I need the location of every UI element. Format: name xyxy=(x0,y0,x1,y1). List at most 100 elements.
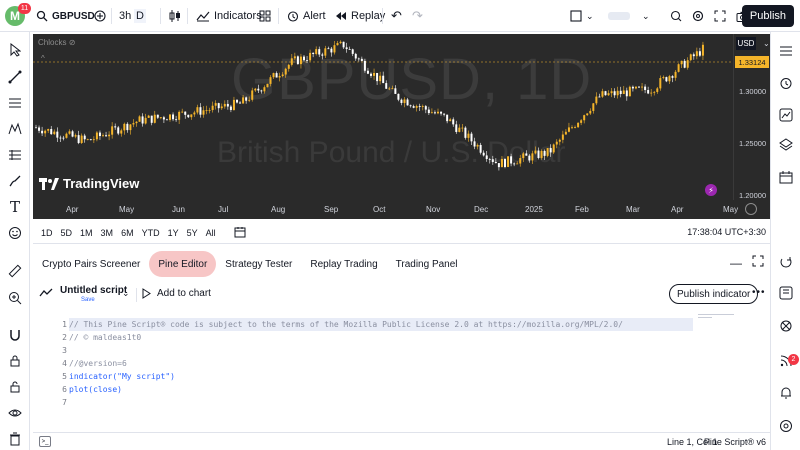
time-axis[interactable]: Apr May Jun Jul Aug Sep Oct Nov Dec 2025 Feb Mar Apr… xyxy=(33,200,770,219)
pine-editor-icon[interactable] xyxy=(777,254,795,272)
candle-body xyxy=(324,48,327,56)
range-3m[interactable]: 3M xyxy=(101,228,114,238)
interval-dropdown[interactable]: D xyxy=(134,0,146,32)
candle-body xyxy=(108,134,111,137)
eye-icon[interactable] xyxy=(6,404,24,422)
candle-body xyxy=(53,131,56,135)
axis-settings-icon[interactable] xyxy=(745,203,757,215)
lock-icon[interactable] xyxy=(6,378,24,396)
time-tick: Nov xyxy=(426,205,441,214)
alarm-icon[interactable] xyxy=(777,74,795,92)
fullscreen-button[interactable] xyxy=(714,0,726,32)
settings-button[interactable] xyxy=(692,0,704,32)
candle-body xyxy=(284,68,287,75)
chevron-down-icon[interactable]: ⌄ xyxy=(763,39,770,48)
time-tick: 2025 xyxy=(525,205,543,214)
pitchfork-icon[interactable] xyxy=(6,120,24,138)
candle-body xyxy=(290,58,293,65)
candle-body xyxy=(561,134,564,140)
publish-button[interactable]: Publish xyxy=(741,5,794,27)
emoji-icon[interactable] xyxy=(6,224,24,242)
save-link[interactable]: Save xyxy=(81,297,95,303)
chart-type-button[interactable] xyxy=(169,0,181,32)
tab-crypto-pairs-screener[interactable]: Crypto Pairs Screener xyxy=(33,251,149,277)
calendar-icon[interactable] xyxy=(777,168,795,186)
redo-button[interactable]: ↷ xyxy=(412,0,423,32)
lock-drawing-icon[interactable] xyxy=(6,352,24,370)
replay-button[interactable]: Replay xyxy=(335,0,385,32)
watchlist-icon[interactable] xyxy=(777,42,795,60)
range-1m[interactable]: 1M xyxy=(80,228,93,238)
chart-pane[interactable]: GBPUSD, 1D British Pound / U.S. Dollar C… xyxy=(33,34,733,219)
trend-line-icon[interactable] xyxy=(6,68,24,86)
candle-body xyxy=(269,77,272,84)
horizontal-lines-icon[interactable] xyxy=(6,94,24,112)
candle-body xyxy=(555,141,558,145)
undo-button[interactable]: ↶ xyxy=(391,0,402,32)
range-5d[interactable]: 5D xyxy=(61,228,73,238)
tab-pine-editor[interactable]: Pine Editor xyxy=(149,251,217,277)
range-5y[interactable]: 5Y xyxy=(187,228,198,238)
console-icon[interactable]: >_ xyxy=(39,436,51,447)
layers-icon[interactable] xyxy=(777,136,795,154)
range-6m[interactable]: 6M xyxy=(121,228,134,238)
ideas-icon[interactable] xyxy=(777,317,795,335)
bolt-icon[interactable]: ⚡ xyxy=(705,184,717,196)
tab-replay-trading[interactable]: Replay Trading xyxy=(301,251,386,277)
range-all[interactable]: All xyxy=(206,228,216,238)
add-to-chart-button[interactable]: Add to chart xyxy=(142,288,211,299)
trash-icon[interactable] xyxy=(6,430,24,448)
code-editor[interactable]: 1 // This Pine Script® code is subject t… xyxy=(33,312,770,430)
maximize-panel-icon[interactable] xyxy=(752,255,764,270)
zoom-in-icon[interactable] xyxy=(6,289,24,307)
candle-body xyxy=(370,73,372,76)
data-window-icon[interactable] xyxy=(777,106,795,124)
interval-button[interactable]: 3h xyxy=(119,0,131,32)
candle-body xyxy=(586,113,589,116)
currency-label[interactable]: USD xyxy=(736,37,756,50)
text-tool-icon[interactable]: T xyxy=(6,198,24,216)
language-version[interactable]: Pine Script® v6 xyxy=(704,437,766,447)
layouts-button[interactable] xyxy=(259,0,271,32)
publish-indicator-button[interactable]: Publish indicator xyxy=(669,284,759,304)
range-ytd[interactable]: YTD xyxy=(142,228,160,238)
help-icon[interactable] xyxy=(777,417,795,435)
minimize-panel-icon[interactable]: — xyxy=(730,256,742,270)
price-axis[interactable]: USD ⌄ 1.33124 1.30000 1.25000 1.20000 xyxy=(733,34,770,219)
candle-body xyxy=(309,52,312,61)
range-1y[interactable]: 1Y xyxy=(168,228,179,238)
script-menu-chevron[interactable]: ⌄ xyxy=(122,288,130,299)
range-1d[interactable]: 1D xyxy=(41,228,53,238)
brush-icon[interactable] xyxy=(6,172,24,190)
candle-body xyxy=(400,99,403,103)
layout-select[interactable]: ⌄ xyxy=(570,0,594,32)
fullscreen-icon xyxy=(714,10,726,22)
layout-chevron[interactable]: ⌄ xyxy=(642,0,650,32)
candle-body xyxy=(226,103,229,107)
script-name[interactable]: Untitled script xyxy=(60,285,127,296)
ruler-icon[interactable] xyxy=(6,262,24,280)
candle-body xyxy=(564,131,567,135)
clock-label[interactable]: 17:38:04 UTC+3:30 xyxy=(687,227,766,237)
goto-date-button[interactable] xyxy=(234,226,246,240)
magnet-icon[interactable] xyxy=(6,326,24,344)
streams-badge-count: 2 xyxy=(791,356,796,363)
fib-icon[interactable] xyxy=(6,146,24,164)
symbol-search[interactable]: GBPUSD xyxy=(36,0,95,32)
quick-search-button[interactable] xyxy=(670,0,682,32)
candle-body xyxy=(95,132,98,140)
candle-body xyxy=(589,110,592,114)
cursor-tool-icon[interactable] xyxy=(6,41,24,59)
indicators-button[interactable]: Indicators xyxy=(196,0,262,32)
compare-button[interactable] xyxy=(94,0,106,32)
more-options-icon[interactable]: ••• xyxy=(752,287,766,298)
chart-panel-icon[interactable] xyxy=(777,284,795,302)
candle-body xyxy=(540,150,543,158)
tab-trading-panel[interactable]: Trading Panel xyxy=(387,251,467,277)
publish-label: Publish xyxy=(749,10,786,22)
tab-strategy-tester[interactable]: Strategy Tester xyxy=(216,251,301,277)
notifications-icon[interactable] xyxy=(777,384,795,402)
candle-body xyxy=(178,111,181,120)
alert-button[interactable]: Alert xyxy=(287,0,326,32)
candle-body xyxy=(592,103,595,111)
